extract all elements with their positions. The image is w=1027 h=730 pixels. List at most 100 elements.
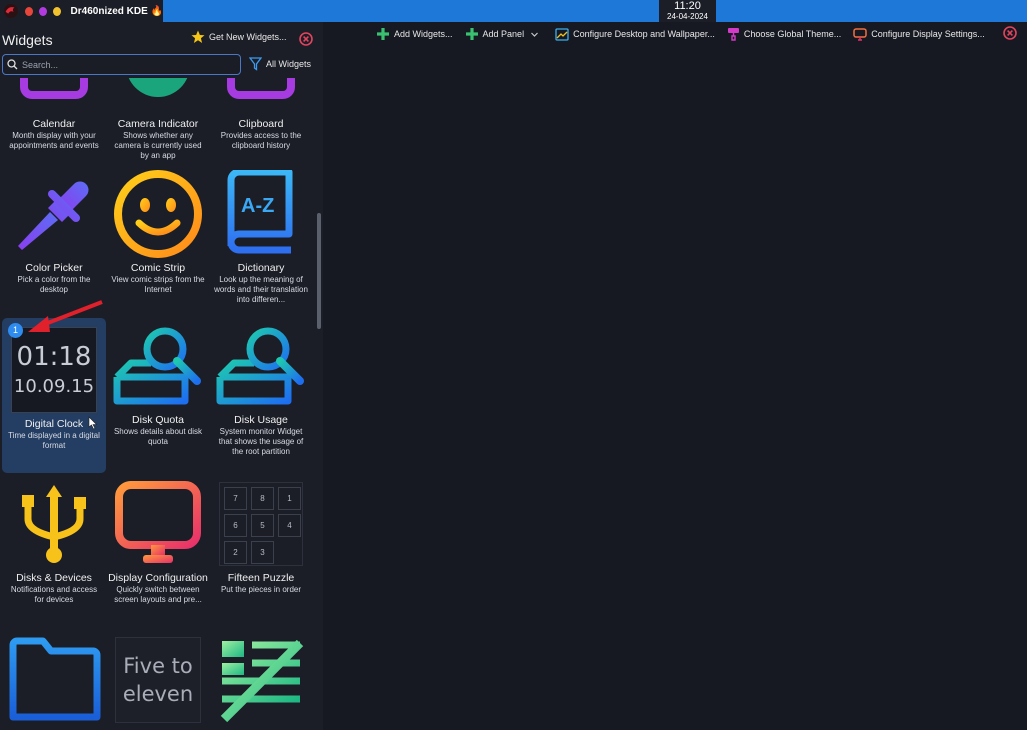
widget-folder-view[interactable] [2,632,106,728]
widget-name: Disk Quota [132,414,184,426]
book-icon: A-Z [209,166,313,262]
all-widgets-filter[interactable]: All Widgets [249,57,311,71]
search-box[interactable] [2,54,241,75]
plus-icon [465,28,478,40]
widget-desc: Look up the meaning of words and their t… [214,275,308,304]
red-arrow-annotation [28,300,103,332]
fuzzy-clock-line2: eleven [122,682,194,706]
widget-disks-devices[interactable]: Disks & Devices Notifications and access… [2,476,106,605]
clock-date: 24-04-2024 [667,12,708,21]
clock-time: 11:20 [674,0,701,12]
widget-desc: Provides access to the clipboard history [220,131,302,150]
display-icon [853,27,867,41]
widget-display-configuration[interactable]: Display Configuration Quickly switch bet… [106,476,210,605]
widget-desc: Shows whether any camera is currently us… [114,131,202,160]
widget-name: Disk Usage [234,414,288,426]
widget-dictionary[interactable]: A-Z Dictionary Look up the meaning of wo… [209,166,313,305]
calendar-icon [2,78,106,118]
widget-fifteen-puzzle[interactable]: 7 8 1 6 5 4 2 3 Fifteen Puzzle Put the p… [209,476,313,595]
configure-display-button[interactable]: Configure Display Settings... [853,27,985,41]
puzzle-tile: 1 [278,487,301,510]
widget-grid: Calendar Month display with your appoint… [0,78,316,730]
add-widgets-button[interactable]: Add Widgets... [376,27,453,41]
disk-quota-icon [106,318,210,414]
widget-desc: Time displayed in a digital format [8,431,100,450]
puzzle-tile: 3 [251,541,274,564]
widget-name: Clipboard [238,118,284,130]
folder-icon [2,632,106,728]
fuzzy-clock-line1: Five to [123,654,193,678]
widget-digital-clock[interactable]: 01:18 10.09.15 Digital Clock Time displa… [2,318,106,473]
panel-title: Widgets [2,32,53,48]
add-panel-label: Add Panel [482,29,525,39]
maximize-window-dot[interactable] [38,6,47,16]
panel-clock[interactable]: 11:20 24-04-2024 [659,0,716,22]
camera-indicator-icon [106,78,210,118]
display-settings-label: Configure Display Settings... [871,29,985,39]
disk-usage-icon [209,318,313,414]
widget-color-picker[interactable]: Color Picker Pick a color from the deskt… [2,166,106,295]
window-title: Dr460nized KDE 🔥 [70,5,164,17]
puzzle-tile: 2 [224,541,247,564]
clipboard-icon [209,78,313,118]
filter-label: All Widgets [266,59,312,69]
widget-desc: Put the pieces in order [220,585,302,594]
widget-name: Color Picker [25,262,83,274]
svg-text:A-Z: A-Z [241,195,274,217]
widget-disk-usage[interactable]: Disk Usage System monitor Widget that sh… [209,318,313,457]
dragon-logo-icon[interactable] [3,2,19,20]
widget-desc: Month display with your appointments and… [9,131,99,150]
global-theme-label: Choose Global Theme... [743,29,842,39]
smiley-icon [106,166,210,262]
widget-explorer: Widgets Get New Widgets... All Widgets C… [0,22,323,730]
panel-scrollbar[interactable] [317,213,321,329]
puzzle-tile: 7 [224,487,247,510]
clock-preview-date: 10.09.15 [13,376,95,397]
add-panel-button[interactable]: Add Panel [465,27,544,41]
widget-camera-indicator[interactable]: Camera Indicator Shows whether any camer… [106,78,210,161]
fuzzy-clock-preview: Five to eleven [106,632,210,728]
get-new-widgets-label: Get New Widgets... [209,32,287,42]
widget-fuzzy-clock[interactable]: Five to eleven [106,632,210,728]
widget-desc: Notifications and access for devices [10,585,98,604]
widget-grid[interactable] [209,632,313,728]
color-picker-icon [2,166,106,262]
widget-desc: View comic strips from the Internet [111,275,205,294]
widget-name: Camera Indicator [117,118,199,130]
widget-name: Dictionary [237,262,285,274]
widget-calendar[interactable]: Calendar Month display with your appoint… [2,78,106,151]
monitor-icon [106,476,210,572]
widget-desc: Quickly switch between screen layouts an… [114,585,202,604]
filter-icon [249,57,262,71]
configure-desktop-button[interactable]: Configure Desktop and Wallpaper... [555,27,715,41]
widget-comic-strip[interactable]: Comic Strip View comic strips from the I… [106,166,210,295]
mouse-cursor-icon [88,416,98,430]
widget-disk-quota[interactable]: Disk Quota Shows details about disk quot… [106,318,210,447]
search-icon [7,59,18,70]
star-icon [191,30,205,43]
minimize-window-dot[interactable] [52,6,61,16]
puzzle-tile: 8 [251,487,274,510]
close-window-dot[interactable] [24,6,33,16]
widget-name: Calendar [32,118,76,130]
widget-desc: Shows details about disk quota [113,427,203,446]
chevron-down-icon [531,32,539,37]
close-panel-icon[interactable] [299,32,313,46]
search-input[interactable] [22,59,222,70]
app-title-area: Dr460nized KDE 🔥 [0,0,163,22]
close-edit-mode-icon[interactable] [1003,26,1017,40]
plus-icon [377,28,389,40]
desktop-edit-toolbar: Add Widgets... Add Panel Configure Deskt… [376,24,997,44]
puzzle-board: 7 8 1 6 5 4 2 3 [219,482,303,566]
choose-global-theme-button[interactable]: Choose Global Theme... [727,27,841,41]
wallpaper-icon [555,27,569,41]
get-new-widgets-button[interactable]: Get New Widgets... [191,30,287,44]
paint-roller-icon [727,28,739,41]
puzzle-tile: 5 [251,514,274,537]
configure-desktop-label: Configure Desktop and Wallpaper... [573,29,715,39]
widget-clipboard[interactable]: Clipboard Provides access to the clipboa… [209,78,313,151]
usb-icon [2,476,106,572]
puzzle-preview: 7 8 1 6 5 4 2 3 [209,476,313,572]
widget-name: Fifteen Puzzle [227,572,295,584]
puzzle-tile: 4 [278,514,301,537]
